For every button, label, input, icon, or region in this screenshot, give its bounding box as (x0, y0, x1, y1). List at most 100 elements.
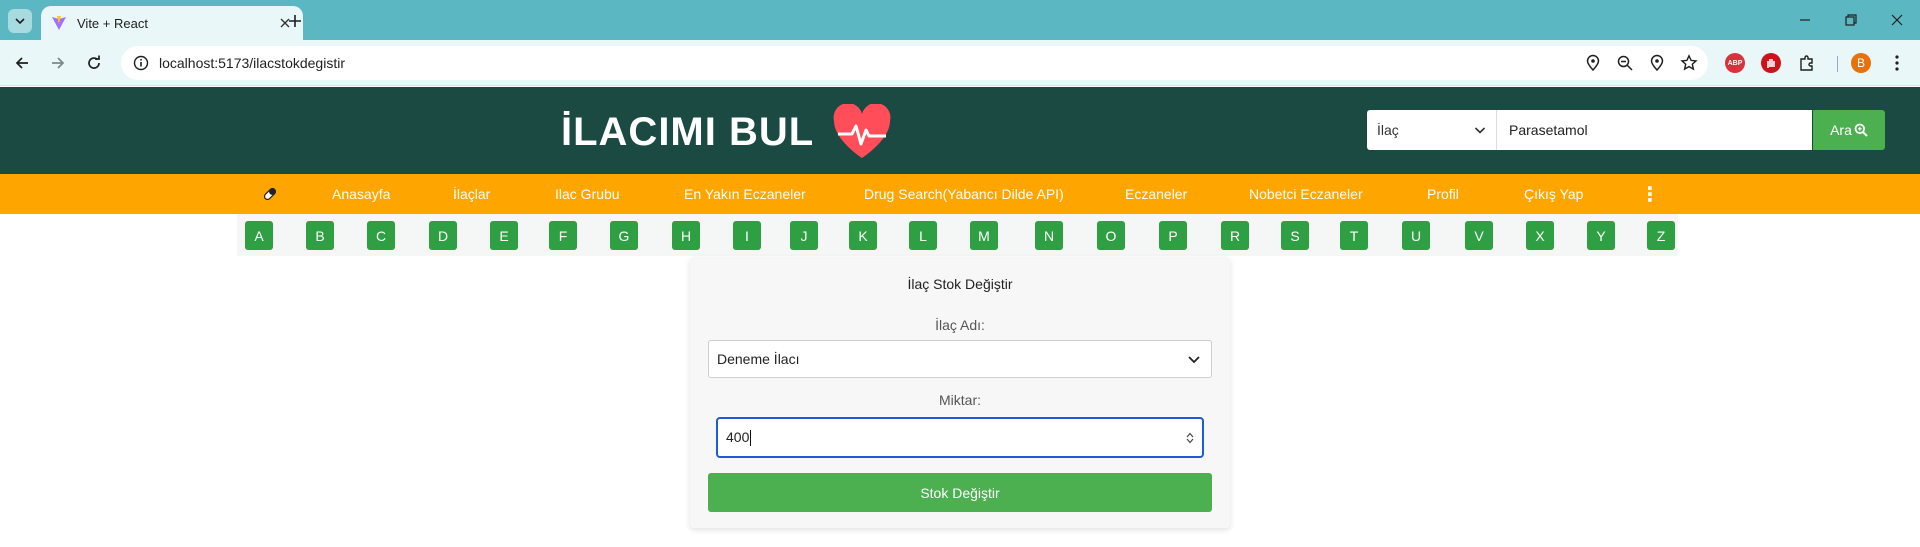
forward-button[interactable] (46, 51, 70, 75)
browser-menu-button[interactable] (1886, 52, 1908, 74)
letter-button[interactable]: J (790, 221, 818, 250)
search-category-select[interactable]: İlaç (1367, 110, 1497, 150)
letter-button[interactable]: P (1159, 221, 1187, 250)
nav-item-ilaclar[interactable]: İlaçlar (453, 174, 490, 214)
amount-input[interactable]: 400 (716, 417, 1204, 458)
heart-pulse-icon (833, 104, 891, 158)
amount-label: Miktar: (939, 392, 981, 408)
close-window-button[interactable] (1874, 0, 1920, 40)
letter-button[interactable]: V (1465, 221, 1493, 250)
kebab-menu-icon (1895, 55, 1899, 71)
chevron-down-icon (1474, 127, 1486, 134)
minimize-button[interactable] (1782, 0, 1828, 40)
close-icon (1891, 14, 1903, 26)
new-tab-button[interactable] (283, 9, 307, 33)
letter-button[interactable]: Y (1587, 221, 1615, 250)
nav-more-button[interactable]: ⋮ (1640, 174, 1660, 214)
search-input[interactable] (1497, 110, 1812, 150)
drug-name-value: Deneme İlacı (717, 351, 800, 367)
main-navbar: Anasayfa İlaçlar Ilac Grubu En Yakın Ecz… (0, 174, 1920, 214)
letter-button[interactable]: A (245, 221, 273, 250)
tab-search-button[interactable] (8, 9, 32, 33)
search-button-label: Ara (1830, 122, 1852, 138)
back-button[interactable] (10, 51, 34, 75)
url-text: localhost:5173/ilacstokdegistir (159, 55, 345, 71)
letter-button[interactable]: S (1281, 221, 1309, 250)
letter-button[interactable]: F (549, 221, 577, 250)
site-info-icon[interactable] (133, 55, 149, 71)
letter-button[interactable]: Z (1647, 221, 1675, 250)
nav-item-anasayfa[interactable]: Anasayfa (332, 174, 390, 214)
avatar: B (1851, 53, 1871, 73)
letter-button[interactable]: H (672, 221, 700, 250)
restore-button[interactable] (1828, 0, 1874, 40)
letter-button[interactable]: R (1221, 221, 1249, 250)
nav-item-en-yakin-eczaneler[interactable]: En Yakın Eczaneler (684, 174, 806, 214)
letter-button[interactable]: B (306, 221, 334, 250)
drug-name-select[interactable]: Deneme İlacı (708, 340, 1212, 378)
site-header: İLACIMI BUL İlaç Ara (0, 87, 1920, 174)
browser-tabstrip: Vite + React (0, 0, 1920, 40)
number-spinner[interactable] (1186, 432, 1194, 444)
pill-icon[interactable] (262, 174, 278, 214)
letter-button[interactable]: M (970, 221, 998, 250)
reload-icon (88, 55, 100, 69)
letter-button[interactable]: K (849, 221, 877, 250)
letter-button[interactable]: X (1526, 221, 1554, 250)
search-bar: İlaç Ara (1367, 110, 1885, 150)
letter-button[interactable]: U (1402, 221, 1430, 250)
nav-item-nobetci-eczaneler[interactable]: Nobetci Eczaneler (1249, 174, 1363, 214)
brand-logo[interactable]: İLACIMI BUL (561, 104, 892, 160)
letter-button[interactable]: O (1097, 221, 1125, 250)
search-category-value: İlaç (1377, 122, 1399, 138)
vite-logo-icon (52, 16, 66, 30)
letter-button[interactable]: I (733, 221, 761, 250)
amount-value: 400 (726, 428, 750, 445)
restore-icon (1845, 14, 1857, 26)
spinner-down-icon[interactable] (1186, 438, 1194, 444)
letter-button[interactable]: T (1340, 221, 1368, 250)
bookmark-star-icon[interactable] (1680, 54, 1698, 72)
nav-item-profil[interactable]: Profil (1427, 174, 1459, 214)
letter-button[interactable]: C (367, 221, 395, 250)
letter-button[interactable]: N (1035, 221, 1063, 250)
form-title: İlaç Stok Değiştir (907, 276, 1013, 292)
adblock-extension[interactable]: ABP (1724, 52, 1746, 74)
profile-button[interactable]: B (1850, 52, 1872, 74)
letter-button[interactable]: E (490, 221, 518, 250)
brand-title: İLACIMI BUL (561, 109, 815, 154)
nav-item-ilac-grubu[interactable]: Ilac Grubu (555, 174, 620, 214)
browser-toolbar: localhost:5173/ilacstokdegistir ABP B (0, 40, 1920, 86)
window-controls (1782, 0, 1920, 40)
nav-item-cikis-yap[interactable]: Çıkış Yap (1524, 174, 1583, 214)
letter-button[interactable]: D (429, 221, 457, 250)
reload-button[interactable] (82, 51, 106, 75)
chevron-down-icon (1188, 356, 1200, 364)
tab-title: Vite + React (77, 15, 148, 31)
zoom-out-icon[interactable] (1616, 54, 1634, 72)
browser-tab[interactable]: Vite + React (41, 6, 303, 40)
ublock-extension[interactable] (1760, 52, 1782, 74)
letter-button[interactable]: L (909, 221, 937, 250)
puzzle-icon (1800, 55, 1813, 71)
nav-item-drug-search[interactable]: Drug Search(Yabancı Dilde API) (864, 174, 1064, 214)
toolbar-separator (1837, 56, 1838, 72)
location-icon[interactable] (1648, 54, 1666, 72)
address-bar[interactable]: localhost:5173/ilacstokdegistir (121, 46, 1708, 80)
arrow-left-icon (15, 57, 28, 69)
drug-name-label: İlaç Adı: (935, 317, 985, 333)
location-icon[interactable] (1584, 54, 1602, 72)
search-button[interactable]: Ara (1813, 110, 1885, 150)
stock-change-form: İlaç Stok Değiştir İlaç Adı: Deneme İlac… (690, 257, 1230, 528)
extensions-button[interactable] (1796, 52, 1818, 74)
letter-button[interactable]: G (610, 221, 638, 250)
abp-icon: ABP (1725, 53, 1745, 73)
alphabet-filter: A B C D E F G H I J K L M N O P R S T U … (0, 214, 1920, 256)
plus-icon (289, 15, 301, 27)
search-icon (1854, 123, 1868, 137)
chevron-down-icon (15, 18, 25, 25)
nav-item-eczaneler[interactable]: Eczaneler (1125, 174, 1187, 214)
stock-change-submit-button[interactable]: Stok Değiştir (708, 473, 1212, 512)
minimize-icon (1800, 19, 1810, 21)
hand-stop-icon (1761, 53, 1781, 73)
